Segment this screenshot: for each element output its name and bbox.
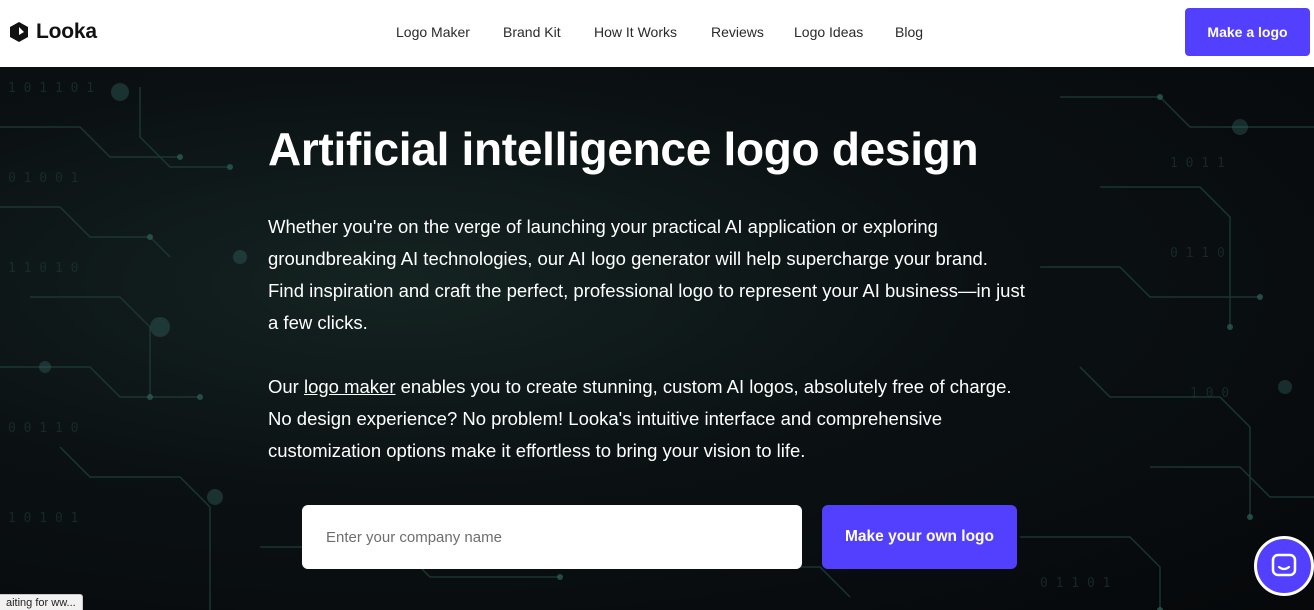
make-a-logo-button[interactable]: Make a logo [1185, 8, 1310, 56]
nav-item-blog[interactable]: Blog [895, 24, 923, 40]
site-header: Looka Logo Maker Brand Kit How It Works … [0, 0, 1314, 67]
svg-text:1 1 0 1 0: 1 1 0 1 0 [8, 261, 78, 276]
svg-text:1 0 1 1: 1 0 1 1 [1170, 156, 1225, 171]
main-nav: Logo Maker Brand Kit How It Works Review… [0, 0, 1314, 67]
hero-intro-paragraph: Whether you're on the verge of launching… [268, 216, 1025, 333]
svg-text:0 0 1 1 0: 0 0 1 1 0 [8, 421, 78, 436]
chat-launcher-button[interactable] [1254, 536, 1314, 596]
logo-maker-link[interactable]: logo maker [304, 376, 396, 397]
nav-item-logo-maker[interactable]: Logo Maker [396, 24, 470, 40]
browser-status-bar: aiting for ww... [0, 594, 83, 610]
svg-text:0 1 1 0: 0 1 1 0 [1170, 246, 1225, 261]
hero-description-paragraph: Our logo maker enables you to create stu… [268, 371, 1028, 467]
page-title: Artificial intelligence logo design [268, 123, 979, 175]
nav-item-logo-ideas[interactable]: Logo Ideas [794, 24, 863, 40]
nav-item-how-it-works[interactable]: How It Works [594, 24, 677, 40]
nav-item-reviews[interactable]: Reviews [711, 24, 764, 40]
hero-description-prefix: Our [268, 376, 304, 397]
svg-text:1 0 1 1 0 1: 1 0 1 1 0 1 [8, 81, 94, 96]
svg-text:0 1 1 0 1: 0 1 1 0 1 [1040, 576, 1110, 591]
svg-text:1 0 1 0 1: 1 0 1 0 1 [8, 511, 78, 526]
company-name-input[interactable] [302, 505, 802, 569]
hero-section: 1 0 1 1 0 1 0 1 0 0 1 1 1 0 1 0 0 0 1 1 … [0, 67, 1314, 610]
svg-text:1 0 0: 1 0 0 [1190, 386, 1229, 401]
nav-item-brand-kit[interactable]: Brand Kit [503, 24, 561, 40]
make-your-own-logo-button[interactable]: Make your own logo [822, 505, 1017, 569]
svg-text:0 1 0 0 1: 0 1 0 0 1 [8, 171, 78, 186]
chat-icon [1271, 553, 1297, 577]
